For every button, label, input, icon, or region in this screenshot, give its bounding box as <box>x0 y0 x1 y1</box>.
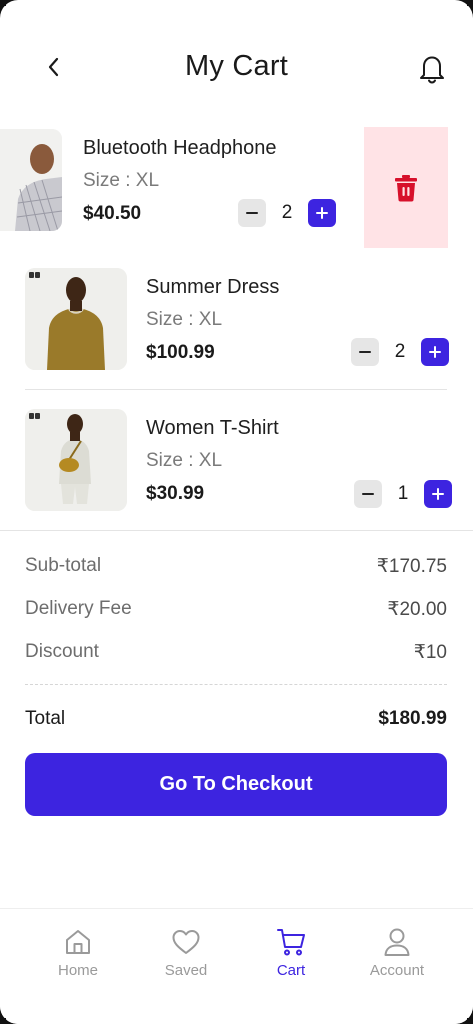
delivery-fee-value: ₹20.00 <box>387 598 447 620</box>
product-name: Women T-Shirt <box>146 417 279 439</box>
minus-icon <box>246 212 258 214</box>
cart-item[interactable]: Women T-Shirt Size : XL $30.99 1 <box>0 409 473 534</box>
product-price: $40.50 <box>83 203 142 224</box>
nav-label: Cart <box>276 962 306 979</box>
delivery-fee-row: Delivery Fee ₹20.00 <box>25 596 447 622</box>
discount-row: Discount ₹10 <box>25 639 447 665</box>
product-badge-icon <box>29 413 41 419</box>
increase-quantity-button[interactable] <box>424 480 452 508</box>
nav-item-account[interactable]: Account <box>352 927 442 987</box>
subtotal-label: Sub-total <box>25 555 102 576</box>
quantity-stepper: 1 <box>354 480 452 508</box>
product-name: Summer Dress <box>146 276 280 298</box>
notifications-button[interactable] <box>414 50 450 86</box>
user-icon <box>384 928 410 956</box>
delivery-fee-label: Delivery Fee <box>25 598 132 619</box>
product-badge-icon <box>29 272 41 278</box>
discount-value: ₹10 <box>413 641 447 663</box>
increase-quantity-button[interactable] <box>421 338 449 366</box>
cart-item[interactable]: Summer Dress Size : XL $100.99 2 <box>0 268 473 393</box>
plus-icon <box>316 207 328 219</box>
quantity-stepper: 2 <box>238 199 336 227</box>
page-title: My Cart <box>185 50 288 82</box>
product-image <box>0 129 62 231</box>
trash-icon <box>395 174 417 201</box>
total-row: Total $180.99 <box>25 706 447 732</box>
bottom-nav: Home Saved Cart Account <box>0 908 473 1024</box>
increase-quantity-button[interactable] <box>308 199 336 227</box>
quantity-value: 2 <box>394 341 406 362</box>
nav-item-cart[interactable]: Cart <box>246 927 336 987</box>
quantity-value: 2 <box>281 202 293 223</box>
plus-icon <box>429 346 441 358</box>
nav-label: Saved <box>164 962 208 979</box>
heart-icon <box>172 930 200 954</box>
plus-icon <box>432 488 444 500</box>
product-name: Bluetooth Headphone <box>83 137 277 159</box>
minus-icon <box>359 351 371 353</box>
divider <box>0 530 473 531</box>
product-image <box>25 268 127 370</box>
product-image <box>25 409 127 511</box>
decrease-quantity-button[interactable] <box>351 338 379 366</box>
header: My Cart <box>0 40 473 100</box>
product-size: Size : XL <box>146 450 223 471</box>
divider <box>25 389 447 390</box>
dashed-divider <box>25 684 447 685</box>
total-value: $180.99 <box>378 708 447 729</box>
cart-screen: My Cart Bluetooth Headphone Size : XL $4… <box>0 0 473 1024</box>
subtotal-value: ₹170.75 <box>376 555 447 577</box>
decrease-quantity-button[interactable] <box>354 480 382 508</box>
total-label: Total <box>25 708 66 729</box>
cart-icon <box>277 929 305 956</box>
discount-label: Discount <box>25 641 99 662</box>
nav-label: Home <box>57 962 98 979</box>
screen-corner <box>0 1018 6 1024</box>
subtotal-row: Sub-total ₹170.75 <box>25 553 447 579</box>
product-size: Size : XL <box>146 309 223 330</box>
nav-item-saved[interactable]: Saved <box>141 927 231 987</box>
nav-label: Account <box>369 962 425 979</box>
product-price: $30.99 <box>146 483 205 504</box>
minus-icon <box>362 493 374 495</box>
home-icon <box>66 930 90 954</box>
screen-corner <box>467 0 473 6</box>
decrease-quantity-button[interactable] <box>238 199 266 227</box>
screen-corner <box>467 1018 473 1024</box>
product-price: $100.99 <box>146 342 215 363</box>
checkout-button[interactable]: Go To Checkout <box>25 753 447 816</box>
product-size: Size : XL <box>83 170 160 191</box>
screen-corner <box>0 0 6 6</box>
bell-icon <box>420 56 444 84</box>
nav-item-home[interactable]: Home <box>33 927 123 987</box>
quantity-stepper: 2 <box>351 338 449 366</box>
delete-item-button[interactable] <box>364 127 448 248</box>
quantity-value: 1 <box>397 483 409 504</box>
